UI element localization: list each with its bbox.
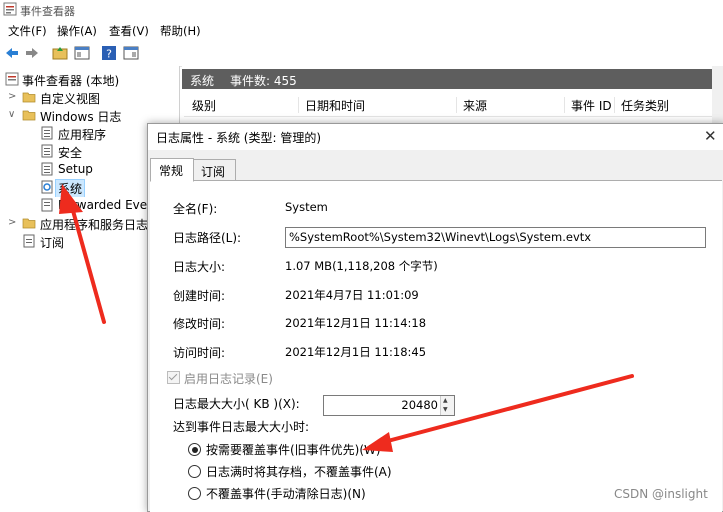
log-icon: [41, 162, 53, 176]
events-header-title: 系统: [190, 74, 215, 88]
tree-label: 自定义视图: [40, 92, 101, 106]
window-title: 事件查看器: [20, 5, 75, 18]
log-icon: [41, 198, 53, 212]
tree-item-root[interactable]: 事件查看器 (本地): [0, 71, 179, 89]
created-value: 2021年4月7日 11:01:09: [285, 288, 419, 302]
collapse-chevron-icon[interactable]: ∨: [8, 109, 18, 121]
column-datetime[interactable]: 日期和时间: [298, 97, 365, 113]
events-header: 系统 事件数: 455: [182, 69, 712, 89]
accessed-value: 2021年12月1日 11:18:45: [285, 345, 427, 359]
events-column-header: 级别 日期和时间 来源 事件 ID 任务类别: [184, 94, 712, 117]
tree-item-custom-views[interactable]: > 自定义视图: [0, 89, 179, 107]
menu-bar: 文件(F) 操作(A) 查看(V) 帮助(H): [0, 20, 723, 40]
menu-help[interactable]: 帮助(H): [160, 23, 201, 39]
created-label: 创建时间:: [173, 289, 226, 303]
general-tab-panel: 全名(F): System 日志路径(L): %SystemRoot%\Syst…: [150, 180, 722, 512]
watermark: CSDN @inslight: [614, 487, 708, 501]
tree-label: Setup: [58, 162, 93, 176]
tree-label: 事件查看器 (本地): [22, 74, 120, 88]
tree-label: Windows 日志: [40, 110, 122, 124]
tree-label: 安全: [58, 146, 83, 160]
log-size-value: 1.07 MB(1,118,208 个字节): [285, 259, 438, 273]
show-hide-tree-icon[interactable]: [74, 45, 90, 61]
event-viewer-icon: [3, 2, 17, 16]
event-viewer-icon: [5, 72, 19, 86]
full-name-value: System: [285, 200, 328, 214]
full-name-label: 全名(F):: [173, 202, 218, 216]
svg-text:?: ?: [106, 48, 112, 61]
dialog-title: 日志属性 - 系统 (类型: 管理的): [156, 131, 321, 145]
folder-icon: [22, 110, 36, 121]
archive-radio[interactable]: [188, 465, 201, 478]
stepper-buttons[interactable]: ▲ ▼: [440, 396, 454, 415]
tab-label: 订阅: [201, 165, 226, 179]
dialog-title-bar: 日志属性 - 系统 (类型: 管理的) ✕: [148, 124, 723, 150]
system-log-icon: [41, 180, 53, 194]
tree-label: 订阅: [40, 236, 65, 250]
title-bar: 事件查看器: [0, 0, 723, 20]
subscription-icon: [23, 234, 35, 248]
tree-label: 应用程序: [58, 128, 107, 142]
folder-icon: [22, 218, 36, 229]
max-size-label: 日志最大大小( KB )(X):: [173, 397, 300, 411]
show-action-pane-icon[interactable]: [123, 45, 139, 61]
menu-file[interactable]: 文件(F): [8, 23, 47, 39]
log-properties-dialog: 日志属性 - 系统 (类型: 管理的) ✕ 常规 订阅 全名(F): Syste…: [147, 123, 723, 512]
menu-action[interactable]: 操作(A): [57, 23, 97, 39]
log-size-label: 日志大小:: [173, 260, 226, 274]
overwrite-radio[interactable]: [188, 443, 201, 456]
close-icon[interactable]: ✕: [704, 127, 717, 145]
enable-logging-checkbox[interactable]: [167, 371, 180, 384]
folder-icon: [22, 92, 36, 103]
help-icon[interactable]: ?: [101, 45, 117, 61]
tree-label: 系统: [54, 179, 86, 197]
tree-label: Forwarded Event: [58, 198, 160, 212]
archive-label: 日志满时将其存档，不覆盖事件(A): [206, 465, 392, 479]
column-event-id[interactable]: 事件 ID: [564, 97, 612, 113]
expand-chevron-icon[interactable]: >: [8, 91, 18, 103]
log-icon: [41, 126, 53, 140]
log-icon: [41, 144, 53, 158]
stepper-up-icon[interactable]: ▲: [443, 397, 448, 404]
column-task-category[interactable]: 任务类别: [614, 97, 669, 113]
menu-view[interactable]: 查看(V): [109, 23, 149, 39]
back-arrow-icon[interactable]: [4, 45, 20, 61]
stepper-down-icon[interactable]: ▼: [443, 406, 448, 413]
up-folder-icon[interactable]: [52, 45, 68, 61]
modified-label: 修改时间:: [173, 317, 226, 331]
max-size-stepper[interactable]: 20480 ▲ ▼: [323, 395, 455, 416]
tab-subscriptions[interactable]: 订阅: [192, 159, 236, 182]
no-overwrite-label: 不覆盖事件(手动清除日志)(N): [206, 487, 366, 501]
enable-logging-label: 启用日志记录(E): [184, 372, 273, 386]
forward-arrow-icon[interactable]: [24, 45, 40, 61]
max-size-value: 20480: [401, 398, 438, 412]
tab-label: 常规: [159, 164, 184, 178]
overwrite-label: 按需要覆盖事件(旧事件优先)(W): [206, 443, 381, 457]
tree-label: 应用程序和服务日志: [40, 218, 149, 232]
log-path-field[interactable]: %SystemRoot%\System32\Winevt\Logs\System…: [285, 227, 706, 248]
events-count: 事件数: 455: [230, 74, 297, 88]
modified-value: 2021年12月1日 11:14:18: [285, 316, 427, 330]
when-max-label: 达到事件日志最大大小时:: [173, 420, 310, 434]
no-overwrite-radio[interactable]: [188, 487, 201, 500]
log-path-value: %SystemRoot%\System32\Winevt\Logs\System…: [289, 230, 592, 244]
column-source[interactable]: 来源: [456, 97, 487, 113]
expand-chevron-icon[interactable]: >: [8, 217, 18, 229]
accessed-label: 访问时间:: [173, 346, 226, 360]
column-level[interactable]: 级别: [186, 97, 216, 113]
toolbar: ?: [0, 40, 723, 67]
tab-general[interactable]: 常规: [150, 158, 194, 182]
log-path-label: 日志路径(L):: [173, 231, 242, 245]
